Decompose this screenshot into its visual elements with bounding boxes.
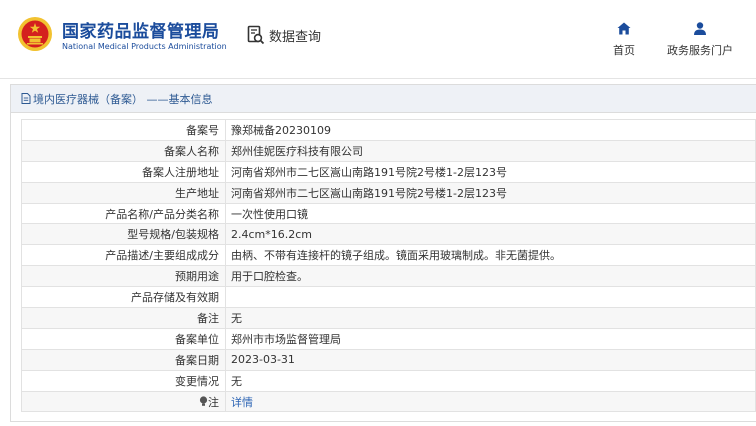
national-emblem-icon [18, 17, 52, 52]
field-label: 生产地址 [21, 181, 226, 204]
field-label: 备案号 [21, 119, 226, 141]
panel-title: 境内医疗器械（备案） ——基本信息 [33, 92, 213, 106]
field-value: 郑州市市场监督管理局 [225, 327, 756, 350]
details-link[interactable]: 详情 [231, 396, 253, 409]
field-label: 备案人名称 [21, 139, 226, 162]
note-label-cell: 注 [21, 390, 226, 413]
nav-home[interactable]: 首页 [609, 20, 639, 58]
field-label: 备案日期 [21, 348, 226, 371]
data-query-link[interactable]: 数据查询 [247, 25, 321, 45]
field-label: 备案单位 [21, 327, 226, 350]
site-header: 国家药品监督管理局 National Medical Products Admi… [0, 0, 756, 78]
field-value: 2023-03-31 [225, 348, 756, 371]
field-label: 产品名称/产品分类名称 [21, 202, 226, 225]
nav-service-portal-label: 政务服务门户 [667, 44, 733, 57]
org-name-cn: 国家药品监督管理局 [62, 22, 220, 42]
header-divider [0, 78, 756, 79]
panel-title-bar: 境内医疗器械（备案） ——基本信息 [11, 85, 756, 113]
table-row: 注 详情 [21, 390, 756, 413]
field-value: 无 [225, 307, 756, 329]
field-label: 产品存储及有效期 [21, 286, 226, 309]
table-row: 生产地址 河南省郑州市二七区嵩山南路191号院2号楼1-2层123号 [21, 181, 756, 204]
document-icon [21, 93, 31, 104]
field-label: 预期用途 [21, 265, 226, 288]
table-row: 备案日期 2023-03-31 [21, 348, 756, 371]
field-value: 郑州佳妮医疗科技有限公司 [225, 139, 756, 162]
detail-panel: 境内医疗器械（备案） ——基本信息 备案号 豫郑械备20230109 备案人名称郑… [10, 84, 756, 422]
table-row: 变更情况无 [21, 369, 756, 392]
field-label: 型号规格/包装规格 [21, 223, 226, 246]
field-value: 无 [225, 369, 756, 392]
table-row: 备案号 豫郑械备20230109 [21, 119, 756, 141]
table-row: 备案人注册地址 河南省郑州市二七区嵩山南路191号院2号楼1-2层123号 [21, 160, 756, 183]
org-name-en: National Medical Products Administration [62, 42, 227, 51]
field-value: 用于口腔检查。 [225, 265, 756, 288]
field-value: 豫郑械备20230109 [225, 119, 756, 141]
table-row: 型号规格/包装规格 2.4cm*16.2cm [21, 223, 756, 246]
field-value: 河南省郑州市二七区嵩山南路191号院2号楼1-2层123号 [225, 160, 756, 183]
field-value [225, 286, 756, 309]
table-row: 备案人名称 郑州佳妮医疗科技有限公司 [21, 139, 756, 162]
field-label: 备案人注册地址 [21, 160, 226, 183]
bulb-icon [199, 395, 208, 406]
field-value: 2.4cm*16.2cm [225, 223, 756, 246]
table-row: 产品描述/主要组成成分 由柄、不带有连接杆的镜子组成。镜面采用玻璃制成。非无菌提供… [21, 244, 756, 267]
user-icon [694, 22, 706, 35]
note-label: 注 [208, 395, 219, 409]
nav-service-portal[interactable]: 政务服务门户 [660, 20, 740, 58]
field-value: 一次性使用口镜 [225, 202, 756, 225]
table-row: 产品名称/产品分类名称 一次性使用口镜 [21, 202, 756, 225]
table-row: 备案单位 郑州市市场监督管理局 [21, 327, 756, 350]
record-table: 备案号 豫郑械备20230109 备案人名称 郑州佳妮医疗科技有限公司 备案人注册地… [21, 119, 756, 413]
home-icon [617, 22, 631, 35]
field-label: 备注 [21, 307, 226, 329]
field-value: 河南省郑州市二七区嵩山南路191号院2号楼1-2层123号 [225, 181, 756, 204]
table-row: 产品存储及有效期 [21, 286, 756, 309]
nav-home-label: 首页 [613, 44, 635, 57]
field-label: 变更情况 [21, 369, 226, 392]
table-row: 备注无 [21, 307, 756, 329]
data-query-label: 数据查询 [269, 29, 322, 45]
field-label: 产品描述/主要组成成分 [21, 244, 226, 267]
field-value: 由柄、不带有连接杆的镜子组成。镜面采用玻璃制成。非无菌提供。 [225, 244, 756, 267]
table-row: 预期用途 用于口腔检查。 [21, 265, 756, 288]
search-document-icon [247, 25, 265, 45]
